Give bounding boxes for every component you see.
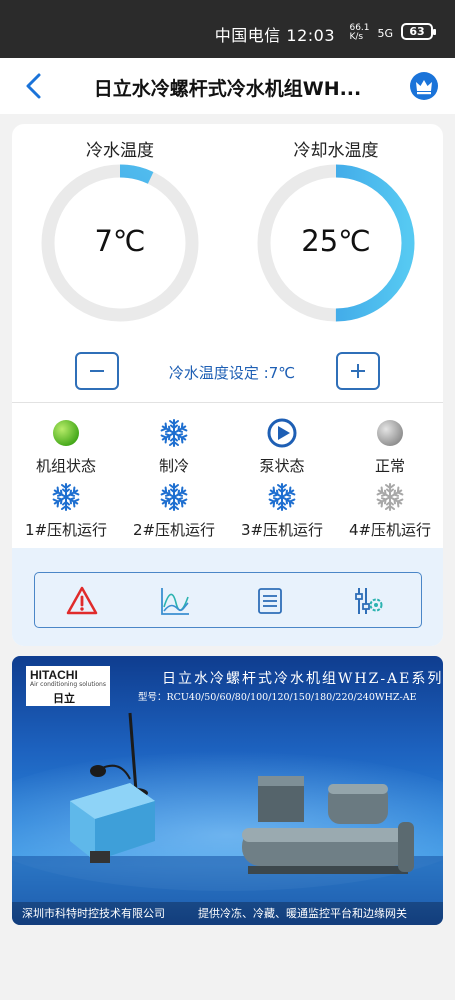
cooling-mode-label: 制冷 [158, 457, 189, 475]
gateway-device-image [70, 712, 155, 863]
green-status-dot-icon [53, 420, 79, 446]
compressor-2-status: 2#压机运行 [120, 482, 228, 540]
compressor-2-label: 2#压机运行 [132, 521, 216, 539]
compressor-4-label: 4#压机运行 [348, 521, 432, 539]
compressor-3-status: 3#压机运行 [228, 482, 336, 540]
banner-model: 型号：RCU40/50/60/80/100/120/150/180/220/24… [138, 692, 417, 703]
compressor-1-status: 1#压机运行 [12, 482, 120, 540]
page-title: 日立水冷螺杆式冷水机组WH... [93, 78, 362, 100]
tool-bar [34, 572, 422, 628]
carrier-time: 中国电信 12:03 [214, 26, 335, 45]
back-arrow-icon[interactable] [22, 72, 46, 100]
play-circle-icon [267, 418, 297, 448]
banner-slogan: 提供冷冻、冷藏、暖通监控平台和边缘网关 [198, 907, 407, 920]
net-speed: 66.1 K/s [349, 23, 370, 42]
snowflake-icon [268, 483, 296, 511]
control-card: 冷水温度 7℃ 冷却水温度 25℃ 冷水温度设定 :7℃ 机组状态 制冷 泵状态… [12, 124, 443, 646]
minus-icon [90, 370, 104, 372]
snowflake-icon [160, 419, 188, 447]
decrease-setpoint-button[interactable] [75, 352, 119, 390]
pump-status: 泵状态 [228, 418, 336, 476]
normal-status: 正常 [336, 418, 443, 476]
snowflake-icon [160, 483, 188, 511]
normal-status-label: 正常 [374, 457, 405, 475]
compressor-1-label: 1#压机运行 [24, 521, 108, 539]
increase-setpoint-button[interactable] [336, 352, 380, 390]
chilled-water-temp-value: 7℃ [94, 224, 146, 258]
cooling-water-temp-value: 25℃ [301, 224, 371, 258]
snowflake-gray-icon [376, 483, 404, 511]
cooling-mode-status: 制冷 [120, 418, 228, 476]
snowflake-icon [52, 483, 80, 511]
banner-title: 日立水冷螺杆式冷水机组WHZ-AE系列 [162, 671, 443, 687]
list-icon[interactable] [254, 585, 286, 617]
unit-status-label: 机组状态 [35, 457, 96, 475]
navigation-bar: 日立水冷螺杆式冷水机组WH... [0, 58, 455, 114]
banner-company: 深圳市科特时控技术有限公司 [22, 907, 165, 920]
hitachi-logo: HITACHI Air conditioning solutions 日立 [26, 666, 110, 706]
chilled-water-temp-label: 冷水温度 [86, 141, 154, 161]
battery-icon: 63 [401, 23, 436, 40]
gray-status-dot-icon [377, 420, 403, 446]
compressor-3-label: 3#压机运行 [240, 521, 324, 539]
chart-icon[interactable] [159, 585, 191, 617]
pump-status-label: 泵状态 [259, 457, 305, 475]
plus-icon [351, 364, 365, 378]
cooling-water-temp-label: 冷却水温度 [293, 141, 379, 161]
product-banner[interactable]: HITACHI Air conditioning solutions 日立 日立… [12, 656, 443, 925]
unit-status: 机组状态 [12, 418, 120, 476]
tool-area [12, 548, 443, 646]
chiller-machine-image [242, 776, 414, 874]
chilled-water-setpoint: 冷水温度设定 :7℃ [168, 364, 296, 382]
status-icons: 66.1 K/s 5G [349, 24, 393, 42]
signal-label: 5G [377, 26, 393, 40]
compressor-4-status: 4#压机运行 [336, 482, 443, 540]
warning-icon[interactable] [66, 585, 98, 617]
system-status-bar: 中国电信 12:03 66.1 K/s 5G 63 [0, 0, 455, 58]
settings-sliders-icon[interactable] [353, 585, 385, 617]
divider [12, 402, 443, 403]
crown-icon[interactable] [410, 72, 438, 100]
